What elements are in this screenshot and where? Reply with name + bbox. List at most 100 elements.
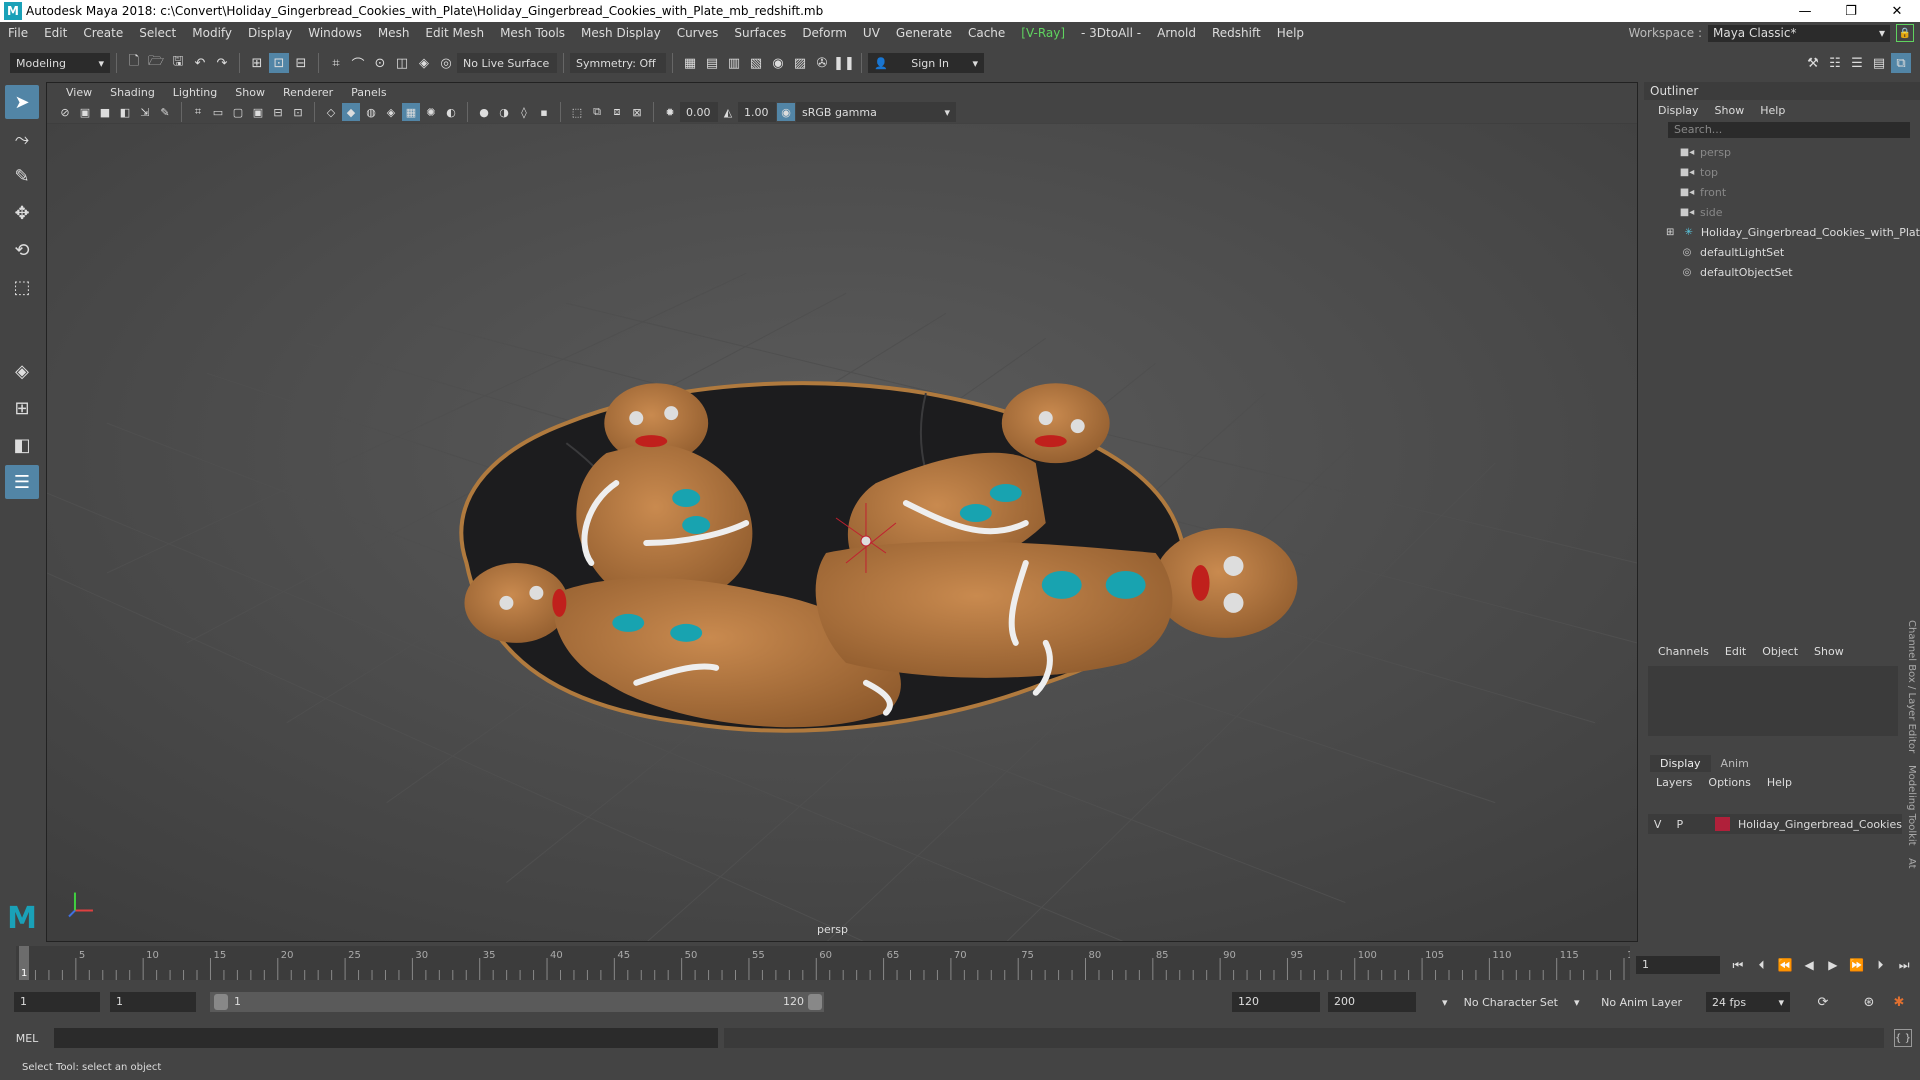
wireframe-icon[interactable]: ◇	[322, 103, 340, 121]
display-layer-row[interactable]: V P Holiday_Gingerbread_Cookies	[1648, 814, 1902, 834]
menu-select[interactable]: Select	[131, 26, 184, 40]
save-scene-icon[interactable]: 🖫	[168, 53, 188, 73]
layer-editor-icon[interactable]: ⧉	[1891, 53, 1911, 73]
select-camera-icon[interactable]: ⊘	[56, 103, 74, 121]
viewport-menu-shading[interactable]: Shading	[101, 86, 164, 99]
render-view-icon[interactable]: ▨	[790, 53, 810, 73]
outliner-menu-display[interactable]: Display	[1650, 104, 1707, 117]
anti-aliasing-icon[interactable]: ◊	[515, 103, 533, 121]
menu-surfaces[interactable]: Surfaces	[726, 26, 794, 40]
ambient-occlusion-icon[interactable]: ●	[475, 103, 493, 121]
menu-help[interactable]: Help	[1269, 26, 1312, 40]
xray-components-icon[interactable]: ⊠	[628, 103, 646, 121]
color-management-icon[interactable]: ◉	[777, 103, 795, 121]
menu-modify[interactable]: Modify	[184, 26, 240, 40]
range-start-handle[interactable]	[214, 994, 228, 1010]
default-material-icon[interactable]: ◍	[362, 103, 380, 121]
fps-dropdown[interactable]: 24 fps ▾	[1706, 992, 1790, 1012]
step-back-key-icon[interactable]: ⏪	[1775, 955, 1797, 975]
select-tool-icon[interactable]: ➤	[5, 85, 39, 119]
layer-editor-menu-layers[interactable]: Layers	[1648, 776, 1700, 789]
anim-layer-dropdown[interactable]: ▾ No Anim Layer	[1568, 992, 1688, 1012]
step-forward-frame-icon[interactable]: ⏵	[1870, 955, 1892, 975]
menu-edit[interactable]: Edit	[36, 26, 75, 40]
menu-arnold[interactable]: Arnold	[1149, 26, 1204, 40]
tab-attribute-editor[interactable]: At	[1906, 858, 1917, 869]
snap-view-icon[interactable]: ◫	[392, 53, 412, 73]
layer-color-swatch[interactable]	[1714, 817, 1730, 831]
play-forwards-icon[interactable]: ▶	[1822, 955, 1844, 975]
menu-mesh-tools[interactable]: Mesh Tools	[492, 26, 573, 40]
animation-start-field[interactable]: 1	[14, 992, 100, 1012]
viewport-canvas[interactable]	[47, 123, 1637, 942]
playback-end-field[interactable]: 120	[1232, 992, 1320, 1012]
paint-select-tool-icon[interactable]: ✎	[5, 159, 39, 193]
menu-create[interactable]: Create	[75, 26, 131, 40]
viewport-menu-view[interactable]: View	[57, 86, 101, 99]
loop-icon[interactable]: ⟳	[1813, 992, 1833, 1012]
outliner-item[interactable]: ◎ defaultLightSet	[1644, 242, 1920, 262]
menu-display[interactable]: Display	[240, 26, 300, 40]
layer-type-toggle[interactable]	[1692, 816, 1711, 832]
new-scene-icon[interactable]: 🗋	[124, 53, 144, 73]
auto-key-icon[interactable]: ⊛	[1859, 992, 1879, 1012]
snap-curve-icon[interactable]: ⌒	[348, 53, 368, 73]
snap-live-icon[interactable]: ◎	[436, 53, 456, 73]
view-transform-dropdown[interactable]: sRGB gamma ▾	[796, 102, 956, 122]
camera-attributes-icon[interactable]: ▣	[76, 103, 94, 121]
outliner-item[interactable]: ■◂ front	[1644, 182, 1920, 202]
modeling-toolkit-icon[interactable]: ⚒	[1803, 53, 1823, 73]
four-view-layout-icon[interactable]: ⊞	[5, 391, 39, 425]
depth-of-field-icon[interactable]: ▪	[535, 103, 553, 121]
play-backwards-icon[interactable]: ◀	[1798, 955, 1820, 975]
safe-action-icon[interactable]: ⊡	[289, 103, 307, 121]
menu-cache[interactable]: Cache	[960, 26, 1013, 40]
lock-icon[interactable]: 🔒	[1896, 24, 1914, 42]
animation-preferences-icon[interactable]: ✱	[1889, 992, 1909, 1012]
channel-box-icon[interactable]: ▤	[1869, 53, 1889, 73]
tool-settings-icon[interactable]: ☰	[1847, 53, 1867, 73]
rotate-tool-icon[interactable]: ⟲	[5, 233, 39, 267]
snap-point-icon[interactable]: ⊙	[370, 53, 390, 73]
close-button[interactable]: ✕	[1874, 0, 1920, 22]
range-slider[interactable]: 1 120	[210, 992, 824, 1012]
menu-v-ray[interactable]: [V-Ray]	[1013, 26, 1073, 40]
menu-edit-mesh[interactable]: Edit Mesh	[417, 26, 492, 40]
gamma-field[interactable]: 1.00	[738, 102, 776, 122]
outliner-layout-icon[interactable]: ☰	[5, 465, 39, 499]
redo-icon[interactable]: ↷	[212, 53, 232, 73]
single-perspective-layout-icon[interactable]: ◈	[5, 354, 39, 388]
outliner-menu-help[interactable]: Help	[1752, 104, 1793, 117]
exposure-field[interactable]: 0.00	[680, 102, 718, 122]
go-to-start-icon[interactable]: ⏮	[1727, 955, 1749, 975]
undo-icon[interactable]: ↶	[190, 53, 210, 73]
render-frame-icon[interactable]: ▤	[702, 53, 722, 73]
step-back-frame-icon[interactable]: ⏴	[1751, 955, 1773, 975]
snap-grid-icon[interactable]: ⌗	[326, 53, 346, 73]
select-object-icon[interactable]: ⊡	[269, 53, 289, 73]
menu-mesh-display[interactable]: Mesh Display	[573, 26, 669, 40]
menu-file[interactable]: File	[0, 26, 36, 40]
viewport-menu-show[interactable]: Show	[226, 86, 274, 99]
select-component-icon[interactable]: ⊟	[291, 53, 311, 73]
tab-display[interactable]: Display	[1650, 755, 1711, 772]
smooth-shade-icon[interactable]: ◆	[342, 103, 360, 121]
menu-3dtoall[interactable]: - 3DtoAll -	[1073, 26, 1149, 40]
script-editor-icon[interactable]: { }	[1894, 1029, 1912, 1047]
step-forward-key-icon[interactable]: ⏩	[1846, 955, 1868, 975]
outliner-search-input[interactable]: Search...	[1668, 122, 1910, 138]
hypershade-icon[interactable]: ◉	[768, 53, 788, 73]
field-chart-icon[interactable]: ⊟	[269, 103, 287, 121]
viewport-menu-panels[interactable]: Panels	[342, 86, 395, 99]
image-plane-icon[interactable]: ◧	[116, 103, 134, 121]
render-history-icon[interactable]: ▦	[680, 53, 700, 73]
channel-box-menu-channels[interactable]: Channels	[1650, 645, 1717, 658]
xray-icon[interactable]: ⧉	[588, 103, 606, 121]
command-input[interactable]	[54, 1028, 718, 1048]
wireframe-on-shaded-icon[interactable]: ◈	[382, 103, 400, 121]
tab-modeling-toolkit[interactable]: Modeling Toolkit	[1906, 765, 1917, 846]
current-frame-field[interactable]: 1	[1636, 956, 1720, 974]
select-hierarchy-icon[interactable]: ⊞	[247, 53, 267, 73]
tab-channel-box-layer-editor[interactable]: Channel Box / Layer Editor	[1906, 620, 1917, 753]
menu-mesh[interactable]: Mesh	[370, 26, 418, 40]
